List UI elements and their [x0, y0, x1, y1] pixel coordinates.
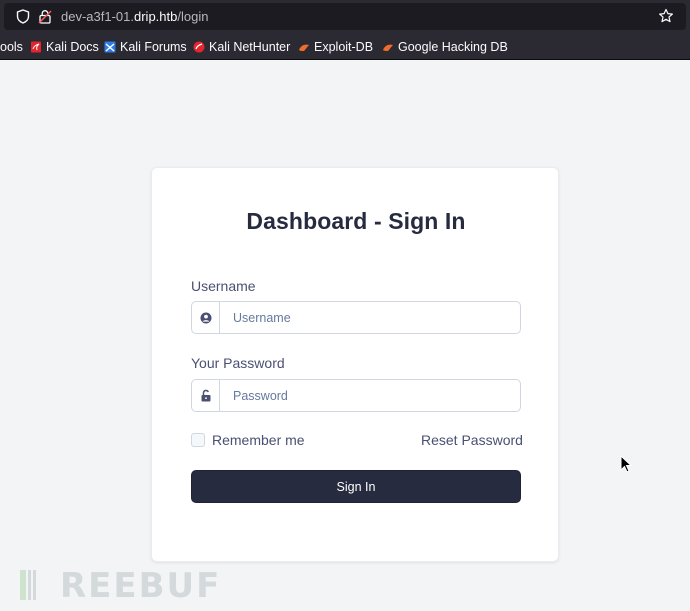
reset-password-link[interactable]: Reset Password — [421, 432, 523, 448]
url-path: /login — [177, 9, 209, 24]
kali-nethunter-icon — [193, 41, 205, 52]
password-label: Your Password — [191, 355, 285, 371]
freebuf-logo-icon — [20, 570, 36, 600]
url-prefix: dev-a3f1-01. — [61, 9, 134, 24]
url-host: drip.htb — [134, 9, 178, 24]
bookmark-label: Kali Docs — [46, 39, 99, 54]
user-circle-icon — [192, 302, 220, 333]
sign-in-button[interactable]: Sign In — [191, 470, 521, 503]
bookmark-label: Kali Forums — [120, 39, 187, 54]
google-hacking-db-icon — [383, 44, 393, 51]
browser-toolbar: dev-a3f1-01.drip.htb/login — [0, 0, 690, 33]
unlock-icon — [192, 380, 220, 411]
bookmark-label: Google Hacking DB — [398, 39, 508, 54]
mouse-cursor-icon — [620, 455, 632, 473]
bookmark-google-hacking-db[interactable]: Google Hacking DB — [382, 38, 508, 55]
url-text[interactable]: dev-a3f1-01.drip.htb/login — [61, 8, 208, 25]
bookmark-exploit-db[interactable]: Exploit-DB — [298, 38, 373, 55]
bookmark-label: Exploit-DB — [314, 39, 374, 54]
bookmark-kali-forums[interactable]: Kali Forums — [104, 38, 187, 55]
bookmark-star-icon[interactable] — [658, 8, 674, 24]
login-card: Dashboard - Sign In Username Your Passwo… — [151, 167, 559, 562]
watermark-text: REEBUF — [60, 566, 222, 606]
password-input[interactable] — [221, 380, 520, 411]
bookmark-label: Kali NetHunter — [209, 39, 291, 54]
address-bar[interactable]: dev-a3f1-01.drip.htb/login — [4, 3, 686, 30]
bookmarks-toolbar: ools Kali Docs Kali Forums Kali NetHunte… — [0, 33, 690, 60]
bookmark-tools[interactable]: ools — [0, 38, 23, 55]
username-input[interactable] — [221, 302, 520, 333]
insecure-lock-icon[interactable] — [38, 9, 52, 24]
bookmark-label: ools — [0, 39, 23, 54]
shield-icon[interactable] — [16, 9, 30, 24]
remember-me-label: Remember me — [212, 432, 305, 448]
kali-forums-icon — [104, 41, 116, 52]
kali-docs-icon — [31, 41, 41, 52]
password-input-group — [191, 379, 521, 412]
remember-me-checkbox[interactable] — [191, 433, 205, 447]
username-input-group — [191, 301, 521, 334]
page-title: Dashboard - Sign In — [246, 208, 466, 234]
bookmark-kali-nethunter[interactable]: Kali NetHunter — [193, 38, 290, 55]
username-label: Username — [191, 278, 256, 294]
remember-me[interactable]: Remember me — [191, 432, 305, 448]
bookmark-kali-docs[interactable]: Kali Docs — [30, 38, 99, 55]
exploit-db-icon — [299, 44, 309, 51]
